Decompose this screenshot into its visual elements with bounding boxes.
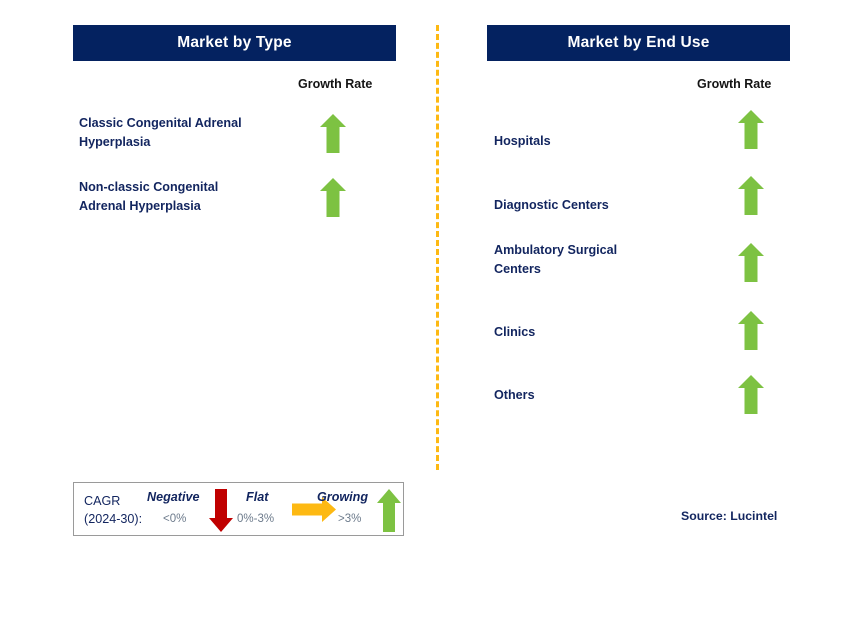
panel-header-market-by-end-use: Market by End Use — [487, 25, 790, 61]
type-item-label-1: Non-classic Congenital Adrenal Hyperplas… — [79, 180, 219, 213]
end-use-item-label-1: Diagnostic Centers — [494, 198, 609, 212]
type-item-label-0: Classic Congenital Adrenal Hyperplasia — [79, 116, 242, 149]
arrow-up-icon — [320, 114, 346, 153]
end-use-item-label-4: Others — [494, 388, 535, 402]
panel-title-market-by-type: Market by Type — [177, 34, 292, 51]
cagr-legend-term-negative: Negative — [147, 490, 200, 504]
arrow-up-icon — [738, 311, 764, 350]
panel-header-market-by-type: Market by Type — [73, 25, 396, 61]
source-credit: Source: Lucintel — [681, 509, 778, 523]
growth-rate-label-left: Growth Rate — [298, 77, 373, 91]
cagr-legend-title: CAGR (2024-30): — [84, 494, 143, 526]
end-use-item-label-2: Ambulatory Surgical Centers — [494, 243, 618, 276]
end-use-item-label-0: Hospitals — [494, 134, 551, 148]
end-use-item-label-3: Clinics — [494, 325, 536, 339]
growth-rate-label-right: Growth Rate — [697, 77, 772, 91]
arrow-up-icon — [320, 178, 346, 217]
panel-title-market-by-end-use: Market by End Use — [567, 34, 710, 51]
cagr-legend-range-negative: <0% — [163, 513, 187, 525]
arrow-up-icon — [738, 375, 764, 414]
panel-divider — [436, 25, 439, 470]
arrow-up-icon — [738, 176, 764, 215]
cagr-legend: CAGR (2024-30): Negative <0% Flat 0%-3% … — [73, 482, 404, 536]
arrow-up-icon — [738, 110, 764, 149]
cagr-legend-range-growing: >3% — [338, 513, 362, 525]
arrow-down-icon — [209, 489, 233, 537]
arrow-up-icon — [377, 489, 401, 537]
cagr-legend-term-growing: Growing — [317, 490, 369, 504]
cagr-legend-range-flat: 0%-3% — [237, 513, 275, 525]
cagr-legend-term-flat: Flat — [246, 490, 269, 504]
arrow-up-icon — [738, 243, 764, 282]
